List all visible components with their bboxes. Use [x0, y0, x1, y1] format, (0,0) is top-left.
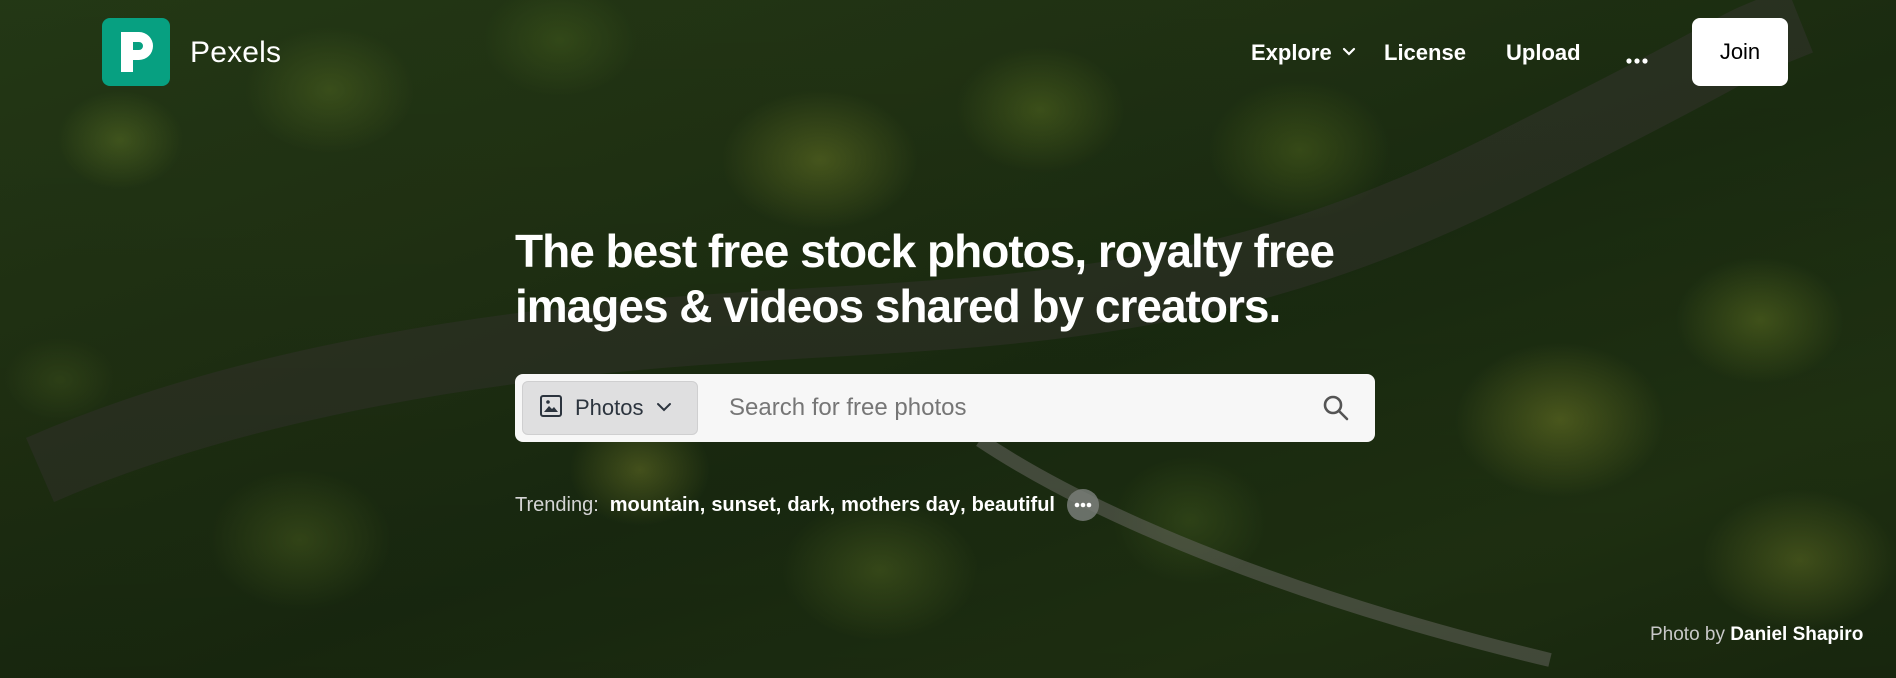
trending-searches: Trending: mountain, sunset, dark, mother… [515, 489, 1099, 521]
trending-tag[interactable]: sunset [711, 494, 775, 517]
trending-label: Trending: [515, 493, 599, 516]
nav-upload[interactable]: Upload [1506, 40, 1581, 66]
hero-shade [0, 0, 1896, 678]
chevron-down-icon[interactable] [1342, 44, 1356, 62]
search-type-dropdown[interactable]: Photos [522, 381, 698, 435]
join-button[interactable]: Join [1692, 18, 1788, 86]
photo-credit: Photo by Daniel Shapiro [1650, 624, 1896, 646]
search-type-label: Photos [575, 395, 644, 420]
trending-tag[interactable]: mothers day [841, 494, 960, 517]
nav-license[interactable]: License [1384, 40, 1466, 66]
search-bar: Photos [515, 374, 1375, 442]
search-input[interactable] [729, 384, 1289, 432]
more-dots-icon[interactable] [1626, 51, 1648, 69]
trending-more-icon[interactable] [1067, 489, 1099, 521]
trending-tag[interactable]: mountain [610, 494, 700, 517]
brand-name[interactable]: Pexels [190, 36, 281, 70]
site-header: Pexels Explore License Upload Join [0, 18, 1896, 88]
hero-headline: The best free stock photos, royalty free… [515, 225, 1335, 332]
chevron-down-icon [656, 399, 672, 417]
trending-tag[interactable]: beautiful [972, 494, 1055, 517]
photographer-link[interactable]: Daniel Shapiro [1730, 624, 1863, 645]
pexels-logo-icon[interactable] [102, 18, 170, 86]
trending-tag[interactable]: dark [787, 494, 829, 517]
credit-prefix: Photo by [1650, 624, 1725, 645]
image-icon [539, 394, 563, 423]
nav-explore[interactable]: Explore [1251, 40, 1332, 66]
search-icon[interactable] [1322, 394, 1350, 427]
